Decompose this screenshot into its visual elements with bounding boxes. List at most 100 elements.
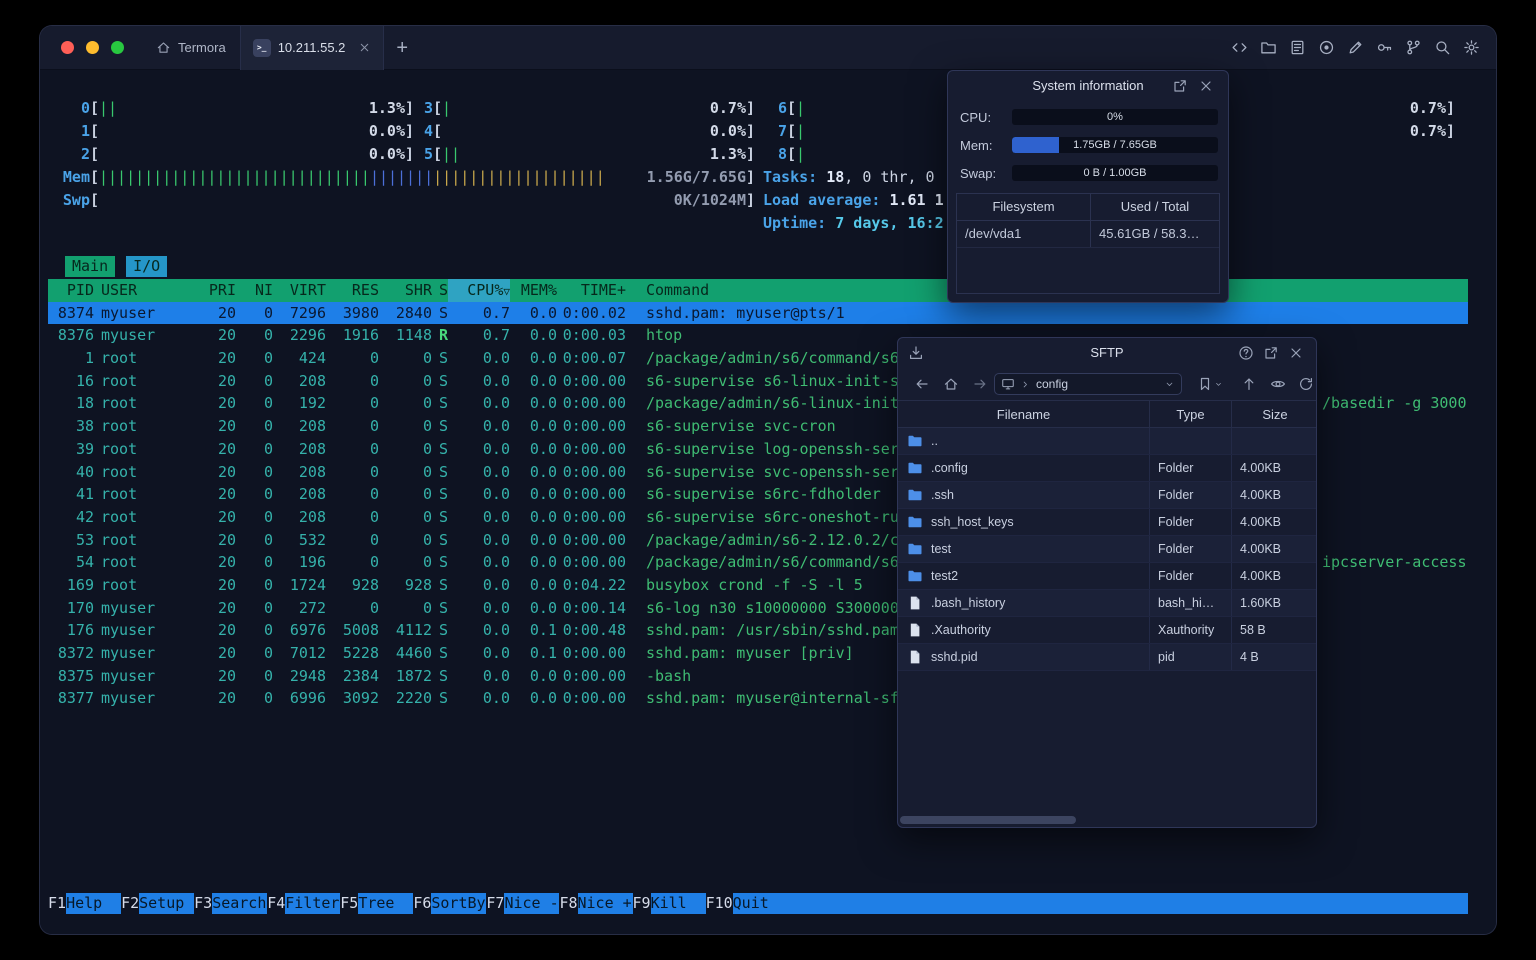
process-table-header[interactable]: PID USER PRI NI VIRT RES SHR S CPU%▽ MEM% TIME+ Com…: [48, 279, 1468, 302]
column-mem[interactable]: MEM%: [510, 279, 557, 302]
help-icon[interactable]: [1238, 345, 1254, 361]
code-icon[interactable]: [1231, 39, 1248, 56]
home-button[interactable]: [943, 376, 959, 392]
fkey-f1: F1: [48, 894, 67, 912]
settings-icon[interactable]: [1463, 39, 1480, 56]
parent-directory-button[interactable]: [1241, 376, 1257, 392]
refresh-button[interactable]: [1298, 376, 1314, 392]
file-row-.Xauthority[interactable]: .Xauthority Xauthority 58 B: [898, 617, 1316, 644]
file-row-ssh_host_keys[interactable]: ssh_host_keys Folder 4.00KB: [898, 509, 1316, 536]
htop-tab-main[interactable]: Main: [65, 256, 116, 277]
fkey-action-help[interactable]: Help: [66, 893, 122, 914]
fkey-action-setup[interactable]: Setup: [139, 893, 195, 914]
process-row-8374[interactable]: 8374 myuser 20 0 7296 3980 2840 S 0.7 0.0 0:00.02 s…: [48, 301, 1468, 325]
bookmark-caret-icon[interactable]: [1214, 380, 1223, 389]
cpu-usage-row: CPU: 0%: [960, 103, 1218, 131]
file-row-.bash_history[interactable]: .bash_history bash_hi… 1.60KB: [898, 590, 1316, 617]
close-tab-icon[interactable]: [358, 41, 371, 54]
git-branch-icon[interactable]: [1405, 39, 1422, 56]
column-type[interactable]: Type: [1149, 401, 1231, 428]
fkey-f9: F9: [632, 894, 651, 912]
file-size: 58 B: [1231, 617, 1318, 643]
open-in-new-window-icon[interactable]: [1263, 345, 1279, 361]
computer-icon: [1001, 377, 1015, 391]
column-ni[interactable]: NI: [236, 279, 273, 302]
fkey-action-quit[interactable]: Quit: [732, 893, 788, 914]
tab-ssh-session[interactable]: >_ 10.211.55.2: [239, 26, 385, 70]
folder-icon: [907, 433, 923, 449]
system-information-panel: System information CPU: 0% Mem: 1.75GB / 7.…: [947, 70, 1229, 303]
column-filename[interactable]: Filename: [898, 401, 1149, 428]
cpu-meter-core-0: 0[|| 1.3%]: [80, 99, 415, 117]
close-panel-icon[interactable]: [1198, 78, 1214, 94]
fkey-action-search[interactable]: Search: [212, 893, 268, 914]
file-type: Folder: [1149, 563, 1231, 589]
scrollbar-thumb[interactable]: [900, 816, 1076, 824]
column-time[interactable]: TIME+: [557, 279, 626, 302]
minimize-window-button[interactable]: [86, 41, 99, 54]
chevron-right-icon: [1020, 379, 1031, 390]
filesystem-table: Filesystem Used / Total /dev/vda1 45.61G…: [956, 193, 1220, 294]
swap-meter: Swp[0K/1024M]: [62, 191, 756, 209]
column-s[interactable]: S: [432, 279, 448, 302]
file-name: .ssh: [931, 488, 954, 502]
file-row-.ssh[interactable]: .ssh Folder 4.00KB: [898, 482, 1316, 509]
function-key-bar: F1 Help F2 Setup F3 Search F4 Filter F5 Tree F6 Sor…: [48, 893, 1468, 914]
file-size: 4.00KB: [1231, 455, 1318, 481]
show-hidden-files-button[interactable]: [1270, 376, 1286, 392]
bookmark-icon[interactable]: [1197, 376, 1213, 392]
fkey-action-nice-[interactable]: Nice -: [504, 893, 560, 914]
file-list: .. .config Folder 4.00KB .ssh Folder 4.00KB ssh…: [898, 428, 1316, 671]
file-icon: [907, 595, 923, 611]
panel-header: SFTP: [898, 338, 1316, 368]
folder-icon[interactable]: [1260, 39, 1277, 56]
file-row-..[interactable]: ..: [898, 428, 1316, 455]
fkey-f10: F10: [705, 894, 733, 912]
log-icon[interactable]: [1289, 39, 1306, 56]
zoom-window-button[interactable]: [111, 41, 124, 54]
file-size: 4.00KB: [1231, 482, 1318, 508]
new-tab-button[interactable]: +: [396, 38, 408, 58]
titlebar: Termora >_ 10.211.55.2 +: [40, 26, 1496, 70]
htop-tab-i-o[interactable]: I/O: [126, 256, 168, 277]
fkey-f2: F2: [121, 894, 140, 912]
load-average-line: Load average: 1.61 1: [763, 191, 944, 209]
column-virt[interactable]: VIRT: [273, 279, 326, 302]
search-icon[interactable]: [1434, 39, 1451, 56]
close-panel-icon[interactable]: [1288, 345, 1304, 361]
path-input[interactable]: config: [994, 373, 1182, 395]
back-button[interactable]: [914, 376, 930, 392]
file-row-test2[interactable]: test2 Folder 4.00KB: [898, 563, 1316, 590]
fkey-action-kill[interactable]: Kill: [650, 893, 706, 914]
fkey-action-filter[interactable]: Filter: [285, 893, 341, 914]
file-table-header[interactable]: Filename Type Size: [898, 400, 1316, 428]
column-user[interactable]: USER: [94, 279, 188, 302]
tab-termora[interactable]: Termora: [142, 26, 240, 70]
file-type: Folder: [1149, 509, 1231, 535]
chevron-down-icon[interactable]: [1164, 379, 1175, 390]
column-shr[interactable]: SHR: [379, 279, 432, 302]
fkey-f3: F3: [194, 894, 213, 912]
file-row-sshd.pid[interactable]: sshd.pid pid 4 B: [898, 644, 1316, 671]
column-pid[interactable]: PID: [48, 279, 94, 302]
column-cpu[interactable]: CPU%▽: [448, 279, 510, 302]
close-window-button[interactable]: [61, 41, 74, 54]
memory-meter: Mem[||||||||||||||||||||||||||||||||||||…: [62, 168, 756, 186]
file-row-.config[interactable]: .config Folder 4.00KB: [898, 455, 1316, 482]
uptime-line: Uptime: 7 days, 16:2: [763, 214, 944, 232]
key-icon[interactable]: [1376, 39, 1393, 56]
edit-icon[interactable]: [1347, 39, 1364, 56]
cpu-meter-core-4: 4[0.0%]: [423, 122, 756, 140]
fkey-action-nice-[interactable]: Nice +: [577, 893, 633, 914]
fkey-action-tree[interactable]: Tree: [358, 893, 414, 914]
column-pri[interactable]: PRI: [188, 279, 236, 302]
column-size[interactable]: Size: [1231, 401, 1318, 428]
column-res[interactable]: RES: [326, 279, 379, 302]
file-row-test[interactable]: test Folder 4.00KB: [898, 536, 1316, 563]
record-icon[interactable]: [1318, 39, 1335, 56]
open-in-new-window-icon[interactable]: [1172, 78, 1188, 94]
forward-button[interactable]: [972, 376, 988, 392]
fkey-action-sortby[interactable]: SortBy: [431, 893, 487, 914]
horizontal-scrollbar[interactable]: [900, 816, 1314, 824]
filesystem-row[interactable]: /dev/vda1 45.61GB / 58.3…: [957, 221, 1219, 248]
